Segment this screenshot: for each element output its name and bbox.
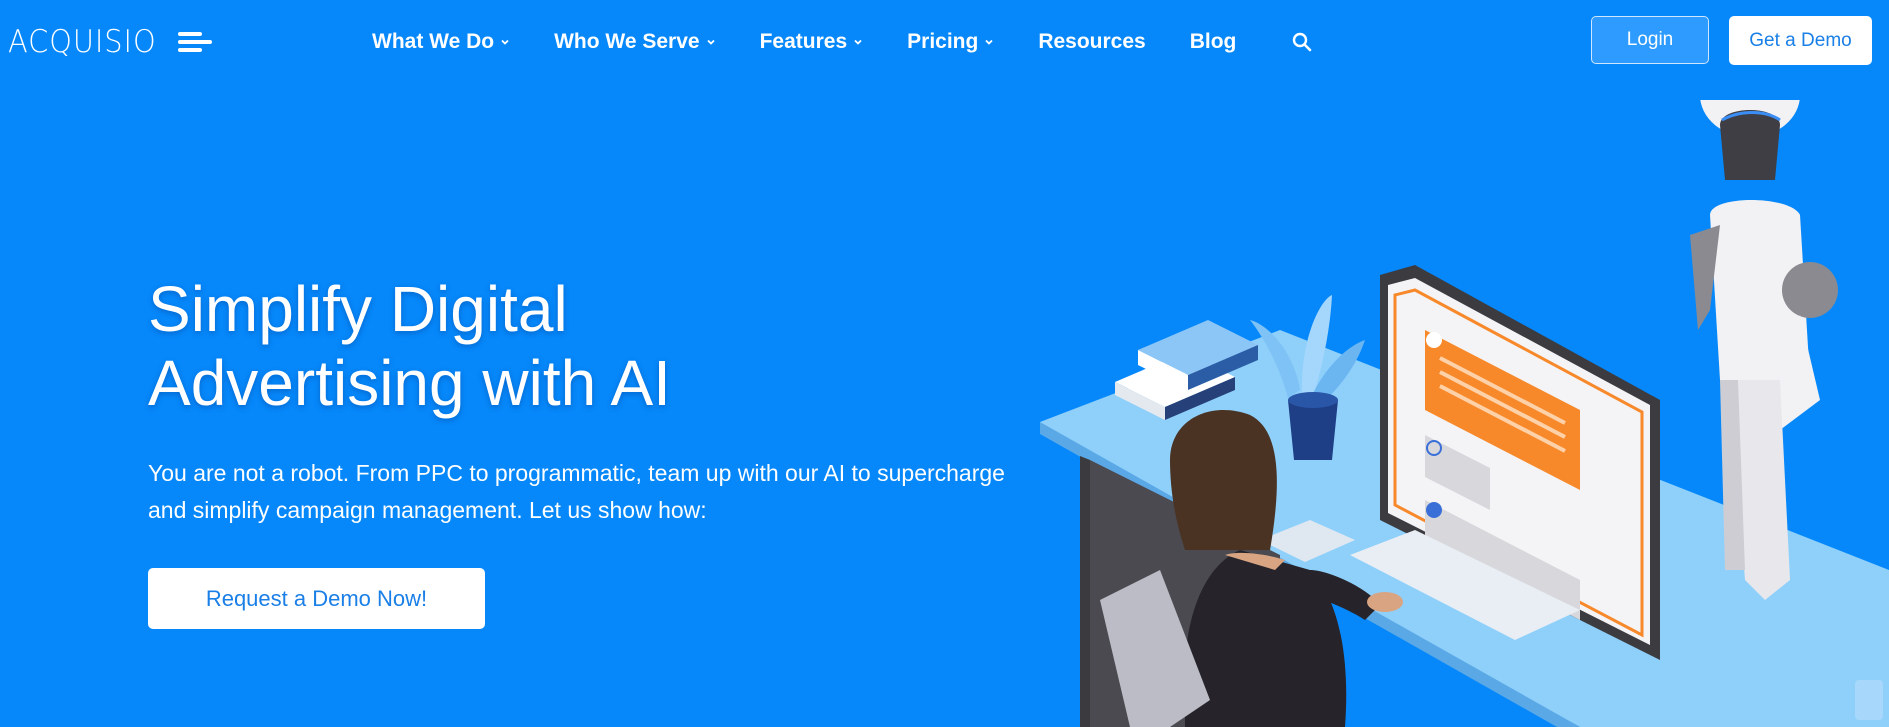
hero-illustration	[1040, 100, 1889, 727]
hero-subtitle: You are not a robot. From PPC to program…	[148, 460, 1005, 523]
search-icon[interactable]	[1290, 30, 1314, 54]
cup-icon	[1855, 680, 1883, 720]
chevron-down-icon	[985, 39, 993, 45]
nav-item-label: Resources	[1038, 30, 1146, 53]
hero-title-line: Advertising with AI	[148, 347, 671, 419]
brand-name: ACQUISIO	[8, 24, 157, 60]
nav-item-what-we-do[interactable]: What We Do	[372, 30, 510, 54]
nav-item-label: Pricing	[907, 30, 979, 53]
hero-title: Simplify Digital Advertising with AI	[148, 272, 671, 420]
login-button[interactable]: Login	[1591, 16, 1709, 64]
desk-cabinet-side	[1080, 456, 1090, 727]
nav-item-who-we-serve[interactable]: Who We Serve	[554, 30, 715, 54]
nav-item-label: Who We Serve	[554, 30, 700, 53]
hero-title-line: Simplify Digital	[148, 273, 568, 345]
nav-item-pricing[interactable]: Pricing	[907, 30, 994, 54]
nav-item-label: Features	[759, 30, 848, 53]
nav-item-label: Blog	[1189, 30, 1237, 53]
nav-item-resources[interactable]: Resources	[1038, 30, 1145, 54]
chevron-down-icon	[706, 39, 715, 45]
nav-item-blog[interactable]: Blog	[1190, 30, 1237, 54]
chevron-down-icon	[501, 39, 509, 45]
logo-mark-icon	[177, 32, 212, 52]
request-demo-button[interactable]: Request a Demo Now!	[148, 568, 485, 629]
nav-item-label: What We Do	[372, 30, 495, 53]
get-a-demo-button[interactable]: Get a Demo	[1729, 16, 1872, 65]
nav-item-features[interactable]: Features	[760, 30, 864, 54]
chevron-down-icon	[854, 39, 862, 45]
facebook-icon	[1426, 502, 1442, 518]
brand-logo[interactable]: ACQUISIO	[8, 24, 212, 60]
main-nav: What We Do Who We Serve Features Pricing…	[372, 26, 1314, 58]
